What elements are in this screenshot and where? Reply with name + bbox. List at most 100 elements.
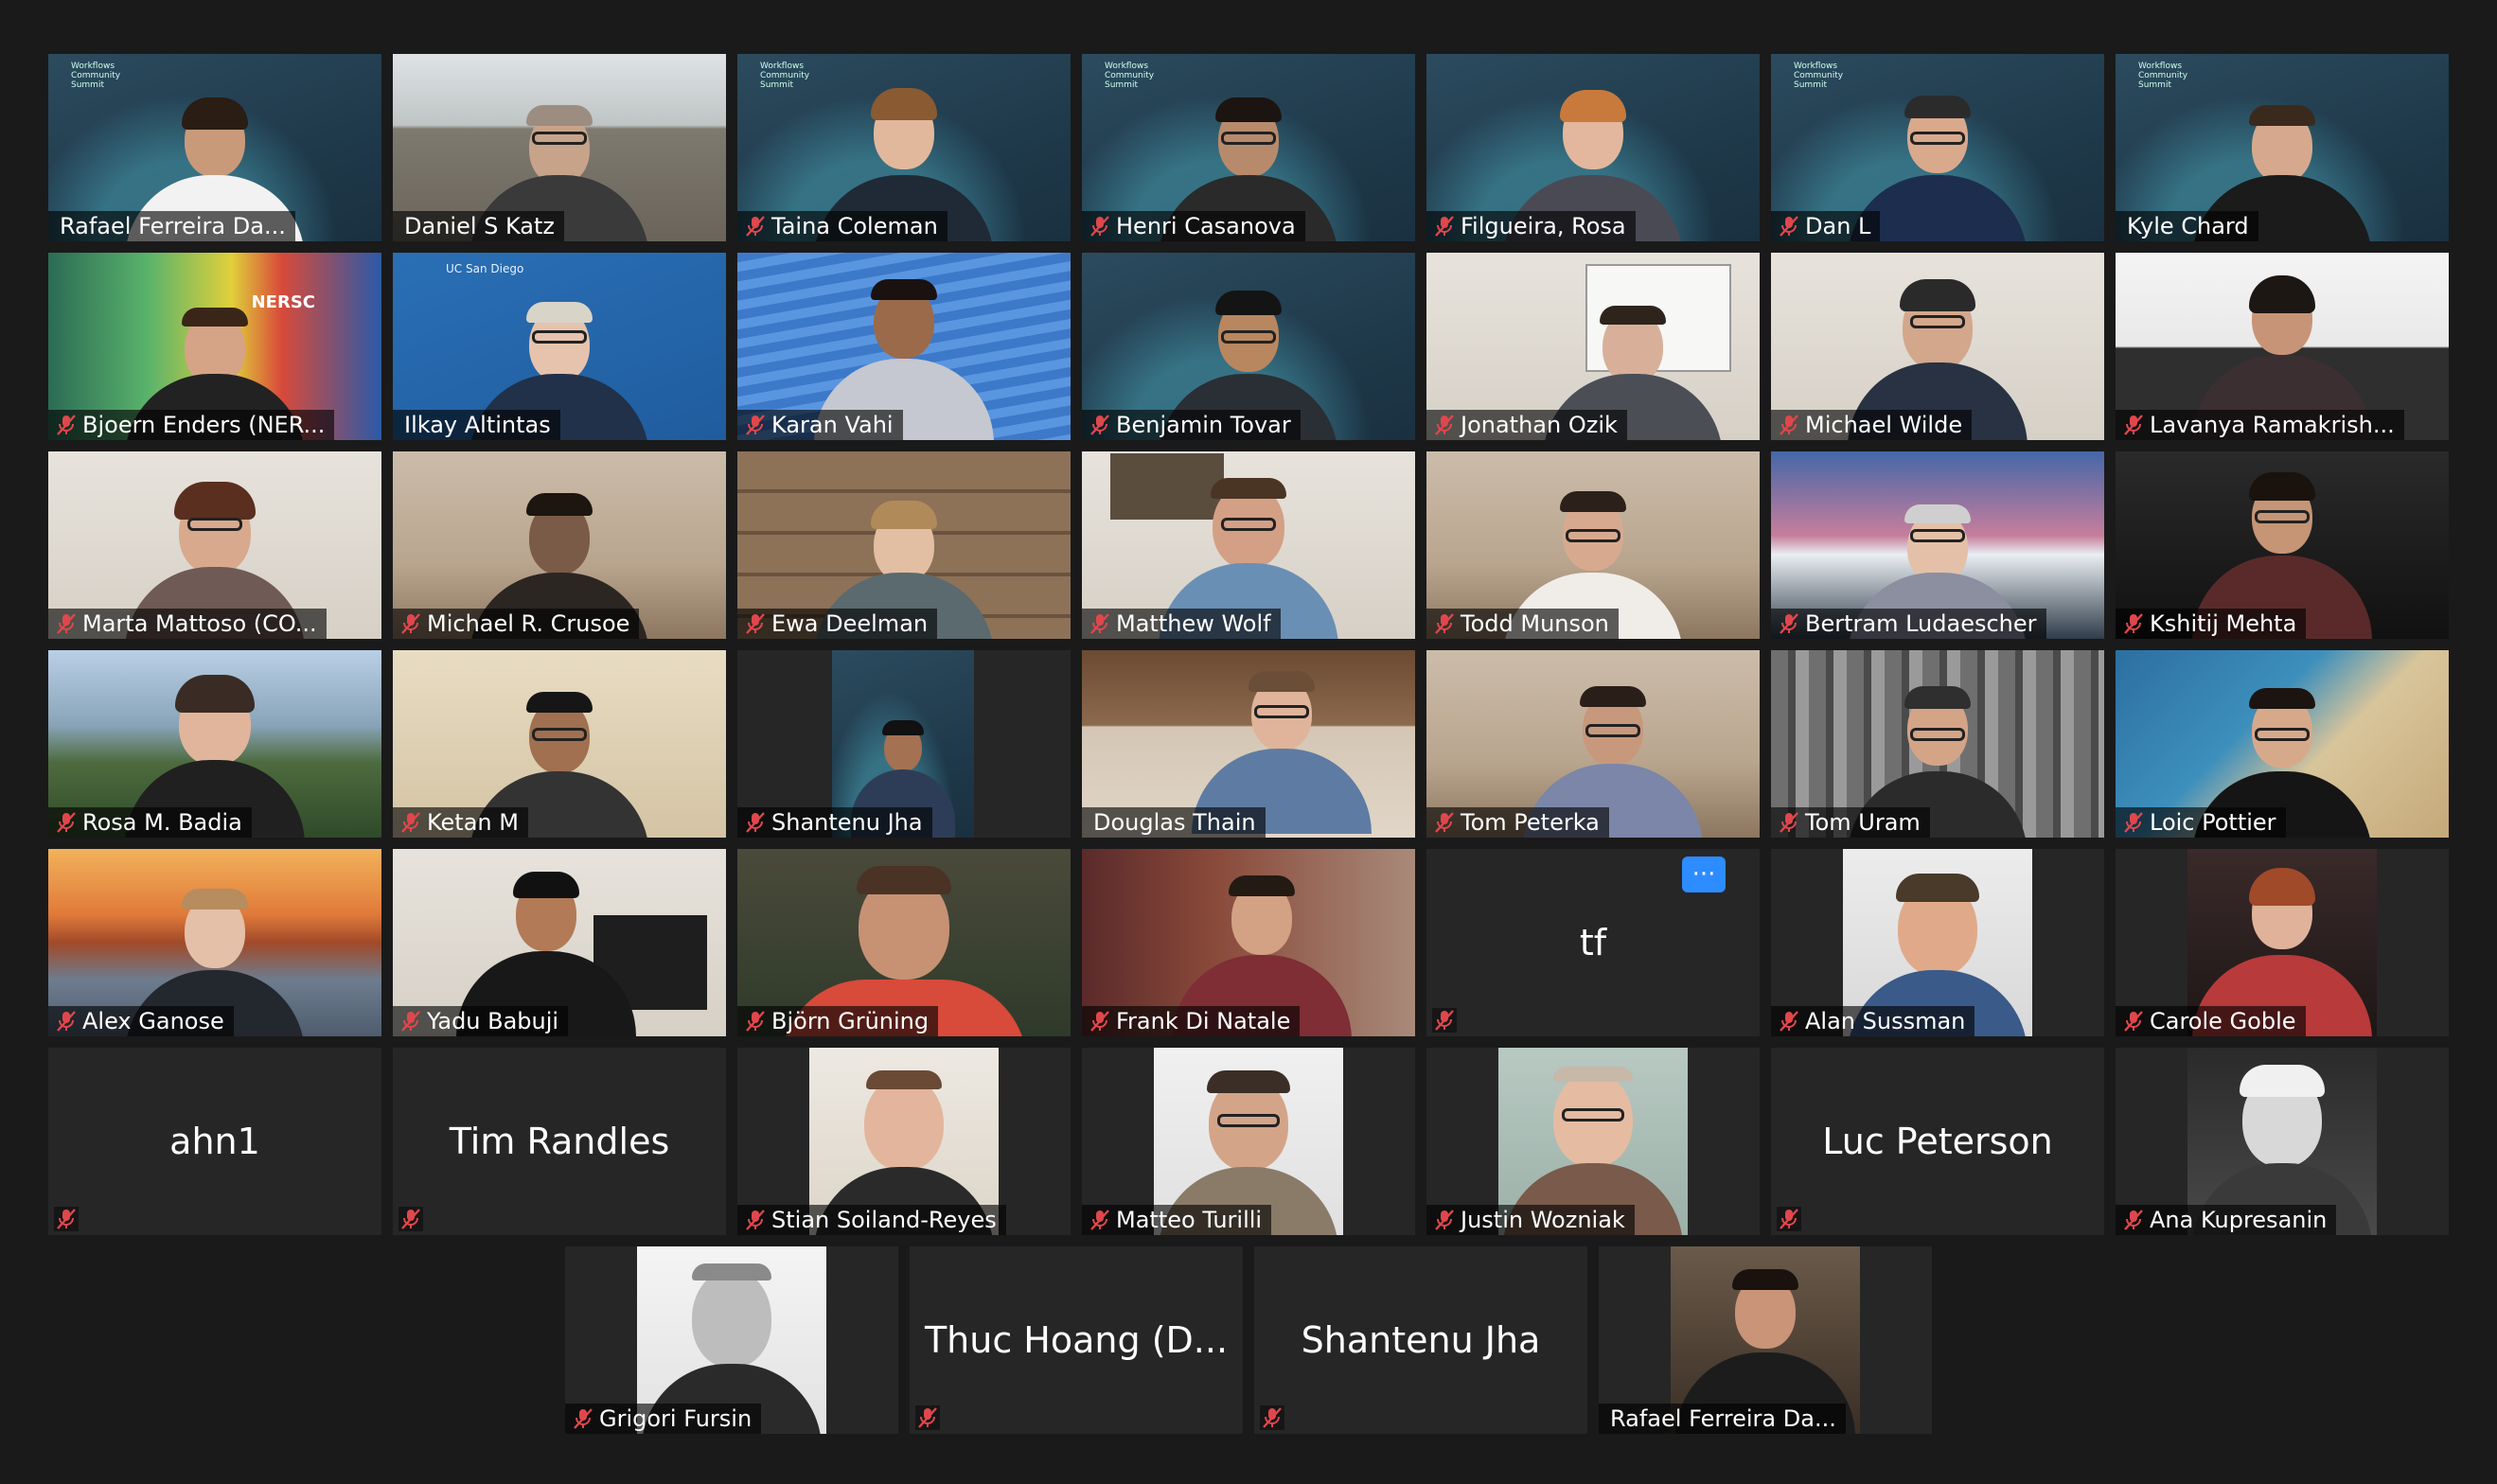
participant-name-label: Yadu Babuji — [393, 1006, 569, 1036]
video-tile[interactable]: Yadu Babuji — [393, 849, 726, 1036]
mic-muted-icon — [401, 1209, 420, 1229]
participant-name-label: Karan Vahi — [737, 410, 903, 440]
mic-muted-icon — [1780, 1011, 1798, 1032]
slide-text: Workflows Community Summit — [1105, 62, 1155, 90]
mic-muted-icon — [1780, 812, 1798, 833]
video-tile[interactable]: Workflows Community Summit Rafael Ferreira… — [48, 54, 381, 241]
participant-name-label: Henri Casanova — [1082, 211, 1305, 241]
participant-name-label: Matthew Wolf — [1082, 609, 1281, 639]
mic-muted-icon — [1435, 613, 1454, 634]
participant-name-label: Alan Sussman — [1771, 1006, 1975, 1036]
mic-muted-icon — [57, 812, 76, 833]
video-tile[interactable]: Shantenu Jha — [1254, 1246, 1587, 1434]
mute-indicator — [1432, 1008, 1457, 1033]
video-tile[interactable]: UC San Diego Ilkay Altintas — [393, 253, 726, 440]
mic-muted-icon — [746, 613, 765, 634]
participant-name-label: Ilkay Altintas — [393, 410, 560, 440]
slide-text: Workflows Community Summit — [2138, 62, 2188, 90]
video-tile[interactable]: Douglas Thain — [1082, 650, 1415, 838]
video-tile[interactable]: Luc Peterson — [1771, 1048, 2104, 1235]
mic-muted-icon — [1090, 1210, 1109, 1230]
mic-muted-icon — [1090, 415, 1109, 435]
slide-text: Workflows Community Summit — [71, 62, 121, 90]
video-tile[interactable]: Ana Kupresanin — [2116, 1048, 2449, 1235]
video-tile[interactable]: Michael Wilde — [1771, 253, 2104, 440]
mute-indicator — [54, 1207, 79, 1231]
video-tile[interactable]: Tim Randles — [393, 1048, 726, 1235]
participant-name-label: Ana Kupresanin — [2116, 1205, 2337, 1235]
video-tile[interactable]: Alex Ganose — [48, 849, 381, 1036]
slide-text: Workflows Community Summit — [1794, 62, 1844, 90]
video-tile[interactable]: Stian Soiland-Reyes — [737, 1048, 1071, 1235]
video-tile[interactable]: Filgueira, Rosa — [1426, 54, 1760, 241]
backdrop-text: NERSC — [251, 292, 315, 312]
video-tile[interactable]: Ketan M — [393, 650, 726, 838]
video-tile[interactable]: Ewa Deelman — [737, 451, 1071, 639]
participant-name-label: Dan L — [1771, 211, 1881, 241]
video-tile[interactable]: Michael R. Crusoe — [393, 451, 726, 639]
participant-name-label: Todd Munson — [1426, 609, 1619, 639]
video-tile[interactable]: Alan Sussman — [1771, 849, 2104, 1036]
video-tile[interactable]: Karan Vahi — [737, 253, 1071, 440]
video-tile[interactable]: Marta Mattoso (CO... — [48, 451, 381, 639]
video-tile[interactable]: Workflows Community Summit Taina Coleman — [737, 54, 1071, 241]
participant-name: Alex Ganose — [82, 1008, 224, 1034]
participant-name-label: Justin Wozniak — [1426, 1205, 1635, 1235]
gallery-row: Rosa M. Badia Ketan M Shantenu Jha Dougl… — [0, 650, 2497, 838]
video-tile[interactable]: Björn Grüning — [737, 849, 1071, 1036]
video-tile[interactable]: Rosa M. Badia — [48, 650, 381, 838]
video-tile[interactable]: Shantenu Jha — [737, 650, 1071, 838]
participant-name: Taina Coleman — [771, 213, 938, 239]
slide-text: Workflows Community Summit — [760, 62, 810, 90]
mic-muted-icon — [1435, 1010, 1454, 1031]
mic-muted-icon — [1780, 216, 1798, 237]
participant-name: Jonathan Ozik — [1461, 412, 1618, 438]
video-tile[interactable]: Lavanya Ramakrish... — [2116, 253, 2449, 440]
video-tile[interactable]: Loic Pottier — [2116, 650, 2449, 838]
video-tile[interactable]: Matthew Wolf — [1082, 451, 1415, 639]
video-tile[interactable]: Bertram Ludaescher — [1771, 451, 2104, 639]
mute-indicator — [1777, 1207, 1801, 1231]
mic-muted-icon — [2124, 415, 2143, 435]
video-tile[interactable]: Todd Munson — [1426, 451, 1760, 639]
participant-name-label: Rosa M. Badia — [48, 807, 252, 838]
video-tile[interactable]: Workflows Community Summit Henri Casanova — [1082, 54, 1415, 241]
video-tile[interactable]: Frank Di Natale — [1082, 849, 1415, 1036]
video-tile[interactable]: Grigori Fursin — [565, 1246, 898, 1434]
video-tile[interactable]: Benjamin Tovar — [1082, 253, 1415, 440]
mic-muted-icon — [574, 1408, 593, 1429]
video-tile[interactable]: Jonathan Ozik — [1426, 253, 1760, 440]
participant-name-label: Marta Mattoso (CO... — [48, 609, 327, 639]
participant-name-label: Ketan M — [393, 807, 528, 838]
participant-name-label: Alex Ganose — [48, 1006, 234, 1036]
mic-muted-icon — [57, 1011, 76, 1032]
participant-name: Stian Soiland-Reyes — [771, 1207, 997, 1233]
mic-muted-icon — [401, 1011, 420, 1032]
participant-name-label: Jonathan Ozik — [1426, 410, 1627, 440]
mic-muted-icon — [1090, 216, 1109, 237]
video-tile[interactable]: Rafael Ferreira Da... — [1599, 1246, 1932, 1434]
video-tile[interactable]: Carole Goble — [2116, 849, 2449, 1036]
participant-name: Benjamin Tovar — [1116, 412, 1291, 438]
participant-display-name: Thuc Hoang (D... — [924, 1319, 1229, 1361]
video-tile[interactable]: NERSC Bjoern Enders (NER... — [48, 253, 381, 440]
participant-name-label: Michael R. Crusoe — [393, 609, 640, 639]
mute-indicator — [1260, 1405, 1284, 1430]
video-tile[interactable]: Tom Uram — [1771, 650, 2104, 838]
ellipsis-icon[interactable]: ··· — [1682, 857, 1726, 892]
video-tile[interactable]: Matteo Turilli — [1082, 1048, 1415, 1235]
participant-name-label: Ewa Deelman — [737, 609, 938, 639]
video-tile[interactable]: tf ··· — [1426, 849, 1760, 1036]
video-tile[interactable]: Kshitij Mehta — [2116, 451, 2449, 639]
video-tile[interactable]: Tom Peterka — [1426, 650, 1760, 838]
video-tile[interactable]: Workflows Community Summit Dan L — [1771, 54, 2104, 241]
video-tile[interactable]: ahn1 — [48, 1048, 381, 1235]
video-tile[interactable]: Justin Wozniak — [1426, 1048, 1760, 1235]
mic-muted-icon — [2124, 1210, 2143, 1230]
participant-name: Michael R. Crusoe — [427, 610, 630, 637]
video-tile[interactable]: Workflows Community Summit Kyle Chard — [2116, 54, 2449, 241]
video-tile[interactable]: Thuc Hoang (D... — [910, 1246, 1243, 1434]
participant-name-label: Carole Goble — [2116, 1006, 2306, 1036]
video-tile[interactable]: Daniel S Katz — [393, 54, 726, 241]
participant-name: Michael Wilde — [1805, 412, 1963, 438]
